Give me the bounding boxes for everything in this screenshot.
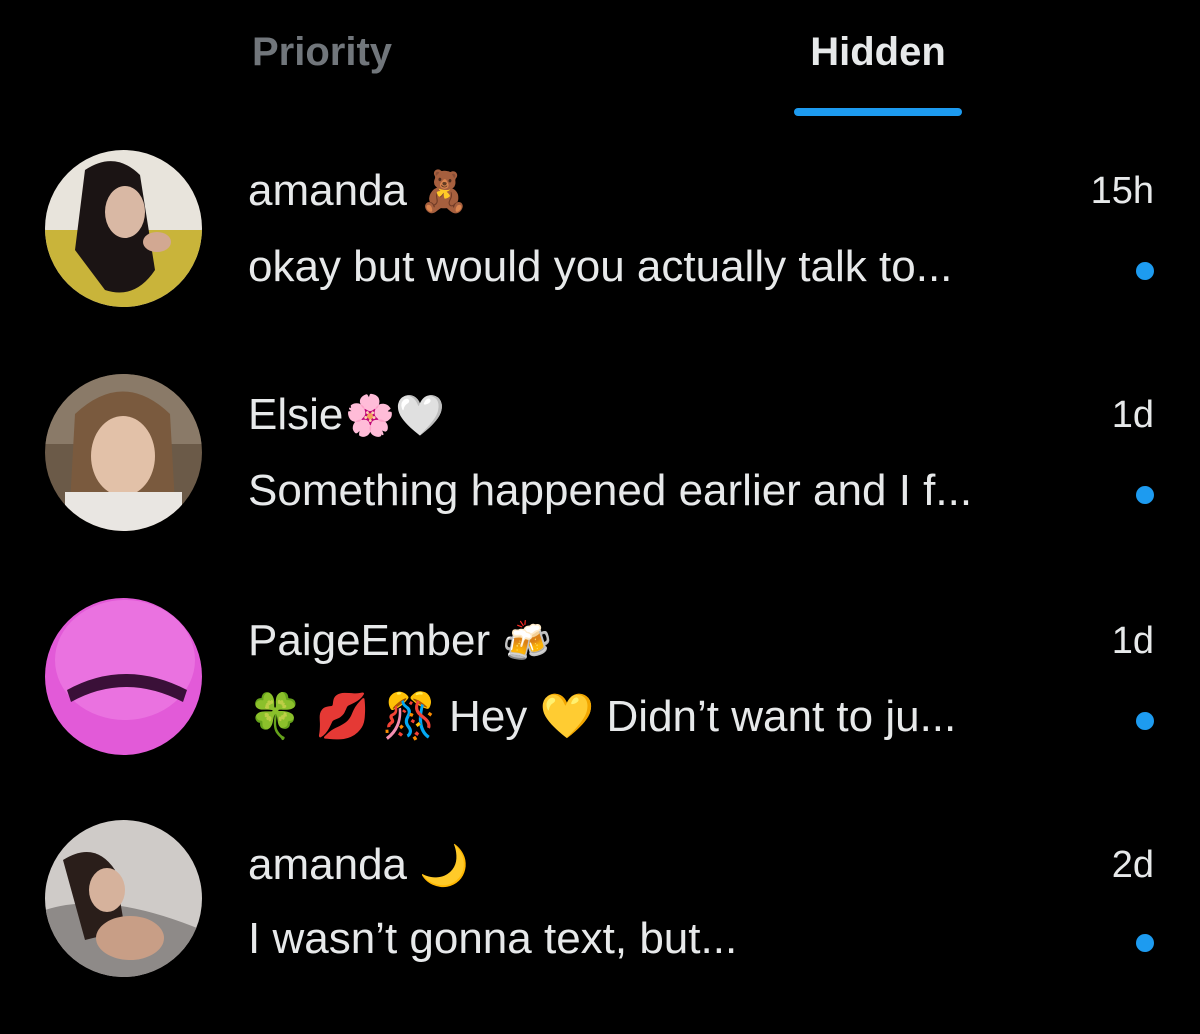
unread-indicator [1136,262,1154,280]
tab-priority[interactable]: Priority [222,30,422,118]
preview-text: Hey 💛 Didn’t want to ju... [449,692,957,741]
unread-indicator [1136,712,1154,730]
unread-indicator [1136,934,1154,952]
message-preview: okay but would you actually talk to... [248,242,953,291]
sender-name: amanda 🧸 [248,166,469,216]
tab-hidden[interactable]: Hidden [778,30,978,118]
sender-name: Elsie 🌸🤍 [248,390,445,440]
message-tabs: Priority Hidden [0,0,1200,118]
sender-name: amanda 🌙 [248,840,469,890]
conversation-row[interactable]: Elsie 🌸🤍 1d Something happened earlier a… [0,364,1200,584]
sender-name-text: amanda [248,166,408,215]
sender-name-text: PaigeEmber [248,616,491,665]
preview-emojis: 🍀 💋 🎊 [248,692,437,741]
message-preview: Something happened earlier and I f... [248,466,973,515]
conversation-row[interactable]: amanda 🧸 15h okay but would you actually… [0,140,1200,360]
sender-name-text: amanda [248,840,408,889]
teddy-bear-icon: 🧸 [419,169,469,214]
conversation-row[interactable]: amanda 🌙 2d I wasn’t gonna text, but... [0,814,1200,1034]
avatar[interactable] [45,598,202,755]
avatar[interactable] [45,374,202,531]
beer-mugs-icon: 🍻 [502,619,552,664]
message-timestamp: 2d [1111,844,1154,886]
flower-heart-icon: 🌸🤍 [345,393,445,438]
avatar[interactable] [45,150,202,307]
sender-name-text: Elsie [248,390,344,439]
avatar[interactable] [45,820,202,977]
message-preview: I wasn’t gonna text, but... [248,914,738,963]
moon-icon: 🌙 [419,843,469,888]
message-timestamp: 15h [1090,170,1154,212]
message-preview: 🍀 💋 🎊 Hey 💛 Didn’t want to ju... [248,690,1118,742]
unread-indicator [1136,486,1154,504]
message-timestamp: 1d [1111,620,1154,662]
message-timestamp: 1d [1111,394,1154,436]
sender-name: PaigeEmber 🍻 [248,616,552,666]
active-tab-indicator [794,108,962,116]
conversation-row[interactable]: PaigeEmber 🍻 1d 🍀 💋 🎊 Hey 💛 Didn’t want … [0,590,1200,810]
